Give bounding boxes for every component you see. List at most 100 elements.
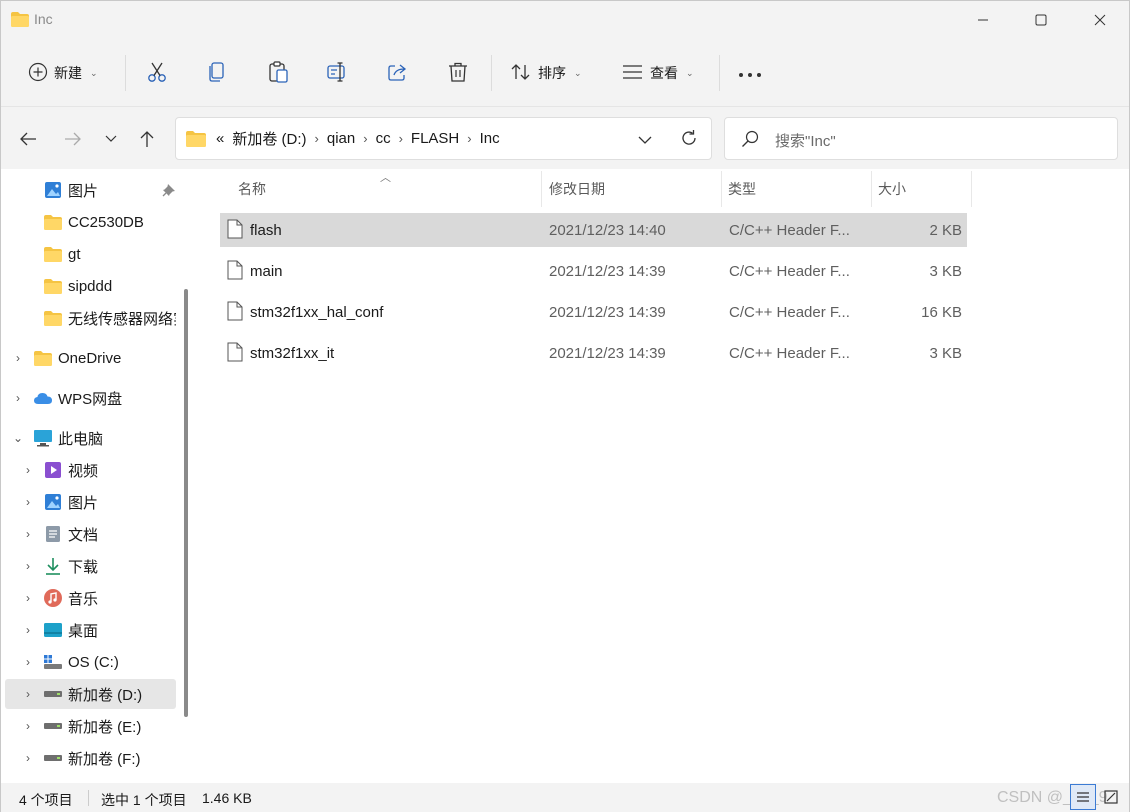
drive-icon bbox=[43, 748, 63, 768]
chevron-right-icon[interactable]: › bbox=[311, 131, 323, 146]
sidebar-item-label: 新加卷 (E:) bbox=[68, 718, 142, 736]
breadcrumb-item-qian[interactable]: qian bbox=[323, 130, 359, 147]
chevron-down-icon[interactable]: ⌄ bbox=[11, 423, 25, 453]
chevron-right-icon[interactable]: › bbox=[21, 487, 35, 517]
chevron-right-icon[interactable]: › bbox=[21, 647, 35, 677]
sidebar-item-documents[interactable]: › 文档 bbox=[5, 519, 176, 549]
wps-cloud-icon bbox=[33, 388, 53, 408]
sidebar-item-label: 下载 bbox=[68, 558, 99, 576]
sidebar-scrollbar[interactable] bbox=[184, 289, 188, 717]
file-type: C/C++ Header F... bbox=[729, 304, 850, 321]
sidebar-item-onedrive[interactable]: › OneDrive bbox=[5, 343, 176, 373]
table-row[interactable]: stm32f1xx_it 2021/12/23 14:39 C/C++ Head… bbox=[220, 336, 967, 370]
pictures-icon bbox=[43, 180, 63, 200]
breadcrumb-item-inc[interactable]: Inc bbox=[476, 130, 504, 147]
minimize-button[interactable] bbox=[954, 1, 1012, 39]
file-name: flash bbox=[250, 222, 282, 239]
arrow-up-icon bbox=[140, 131, 154, 147]
sidebar-item-label: 此电脑 bbox=[58, 430, 104, 448]
rename-button[interactable] bbox=[327, 51, 349, 95]
sidebar-item-drive-d[interactable]: › 新加卷 (D:) bbox=[5, 679, 176, 709]
up-button[interactable] bbox=[133, 125, 161, 153]
more-options-button[interactable] bbox=[738, 51, 762, 95]
sidebar-item-videos[interactable]: › 视频 bbox=[5, 455, 176, 485]
chevron-right-icon[interactable]: › bbox=[21, 519, 35, 549]
column-header-name[interactable]: 名称 bbox=[238, 169, 266, 209]
sort-arrows-icon bbox=[510, 62, 532, 85]
sidebar-item-drive-e[interactable]: › 新加卷 (E:) bbox=[5, 711, 176, 741]
refresh-button[interactable] bbox=[680, 129, 698, 150]
chevron-right-icon[interactable]: › bbox=[11, 343, 25, 373]
column-header-size[interactable]: 大小 bbox=[878, 169, 906, 209]
file-type: C/C++ Header F... bbox=[729, 222, 850, 239]
sidebar-item-pictures[interactable]: › 图片 bbox=[5, 487, 176, 517]
sidebar-item-pictures-quick[interactable]: 图片 bbox=[5, 175, 176, 205]
chevron-right-icon[interactable]: › bbox=[21, 615, 35, 645]
file-size: 2 KB bbox=[929, 222, 962, 239]
file-size: 16 KB bbox=[921, 304, 962, 321]
delete-button[interactable] bbox=[447, 51, 469, 95]
chevron-right-icon[interactable]: › bbox=[21, 583, 35, 613]
new-button[interactable]: 新建 ⌄ bbox=[28, 51, 98, 95]
sidebar-item-downloads[interactable]: › 下载 bbox=[5, 551, 176, 581]
chevron-right-icon[interactable]: › bbox=[21, 551, 35, 581]
column-header-date[interactable]: 修改日期 bbox=[549, 169, 605, 209]
arrow-left-icon bbox=[20, 132, 36, 146]
sidebar-item-drive-f[interactable]: › 新加卷 (F:) bbox=[5, 743, 176, 773]
sidebar-item-wireless-sensor[interactable]: 无线传感器网络实验 bbox=[5, 303, 176, 333]
chevron-right-icon[interactable]: › bbox=[21, 711, 35, 741]
table-row[interactable]: main 2021/12/23 14:39 C/C++ Header F... … bbox=[220, 254, 967, 288]
column-header-type[interactable]: 类型 bbox=[728, 169, 756, 209]
address-history-button[interactable] bbox=[638, 132, 652, 148]
chevron-down-icon bbox=[105, 135, 117, 142]
sidebar-item-desktop[interactable]: › 桌面 bbox=[5, 615, 176, 645]
cut-button[interactable] bbox=[147, 51, 167, 95]
breadcrumb-item-cc[interactable]: cc bbox=[372, 130, 395, 147]
table-row[interactable]: flash 2021/12/23 14:40 C/C++ Header F...… bbox=[220, 213, 967, 247]
details-view-icon bbox=[1077, 792, 1089, 802]
chevron-right-icon[interactable]: › bbox=[21, 455, 35, 485]
chevron-right-icon[interactable]: › bbox=[11, 383, 25, 413]
tiles-view-icon bbox=[1104, 790, 1118, 804]
sidebar-item-drive-c[interactable]: › OS (C:) bbox=[5, 647, 176, 677]
new-button-label: 新建 bbox=[54, 65, 82, 81]
divider bbox=[721, 171, 722, 207]
recent-locations-button[interactable] bbox=[97, 125, 125, 153]
table-row[interactable]: stm32f1xx_hal_conf 2021/12/23 14:39 C/C+… bbox=[220, 295, 967, 329]
selection-size: 1.46 KB bbox=[202, 790, 252, 806]
address-bar[interactable]: « 新加卷 (D:) › qian › cc › FLASH › Inc bbox=[175, 117, 712, 160]
chevron-right-icon[interactable]: › bbox=[21, 679, 35, 709]
back-button[interactable] bbox=[14, 125, 42, 153]
breadcrumb-item-drive-d[interactable]: 新加卷 (D:) bbox=[228, 128, 310, 149]
view-button[interactable]: 查看 ⌄ bbox=[622, 51, 694, 95]
sidebar-item-wps[interactable]: › WPS网盘 bbox=[5, 383, 176, 413]
chevron-right-icon[interactable]: › bbox=[463, 131, 475, 146]
search-input[interactable]: 搜索"Inc" bbox=[724, 117, 1118, 160]
maximize-button[interactable] bbox=[1012, 1, 1070, 39]
sidebar-item-this-pc[interactable]: ⌄ 此电脑 bbox=[5, 423, 176, 453]
sidebar-item-label: 新加卷 (F:) bbox=[68, 750, 141, 768]
divider bbox=[491, 55, 492, 91]
share-button[interactable] bbox=[387, 51, 409, 95]
details-view-button[interactable] bbox=[1070, 784, 1096, 810]
refresh-icon bbox=[682, 130, 696, 145]
sidebar-item-music[interactable]: › 音乐 bbox=[5, 583, 176, 613]
copy-button[interactable] bbox=[207, 51, 227, 95]
sidebar-item-cc2530db[interactable]: CC2530DB bbox=[5, 207, 176, 237]
sidebar-item-gt[interactable]: gt bbox=[5, 239, 176, 269]
breadcrumb-overflow[interactable]: « bbox=[212, 130, 228, 147]
chevron-right-icon[interactable]: › bbox=[359, 131, 371, 146]
divider bbox=[541, 171, 542, 207]
breadcrumb-item-flash[interactable]: FLASH bbox=[407, 130, 463, 147]
chevron-right-icon[interactable]: › bbox=[21, 743, 35, 773]
tiles-view-button[interactable] bbox=[1098, 784, 1124, 810]
sidebar-item-sipddd[interactable]: sipddd bbox=[5, 271, 176, 301]
paste-button[interactable] bbox=[267, 51, 289, 95]
share-icon bbox=[387, 61, 409, 86]
sort-button[interactable]: 排序 ⌄ bbox=[510, 51, 582, 95]
folder-icon bbox=[186, 130, 206, 147]
sort-button-label: 排序 bbox=[538, 65, 566, 81]
close-button[interactable] bbox=[1071, 1, 1129, 39]
forward-button[interactable] bbox=[59, 125, 87, 153]
chevron-right-icon[interactable]: › bbox=[395, 131, 407, 146]
